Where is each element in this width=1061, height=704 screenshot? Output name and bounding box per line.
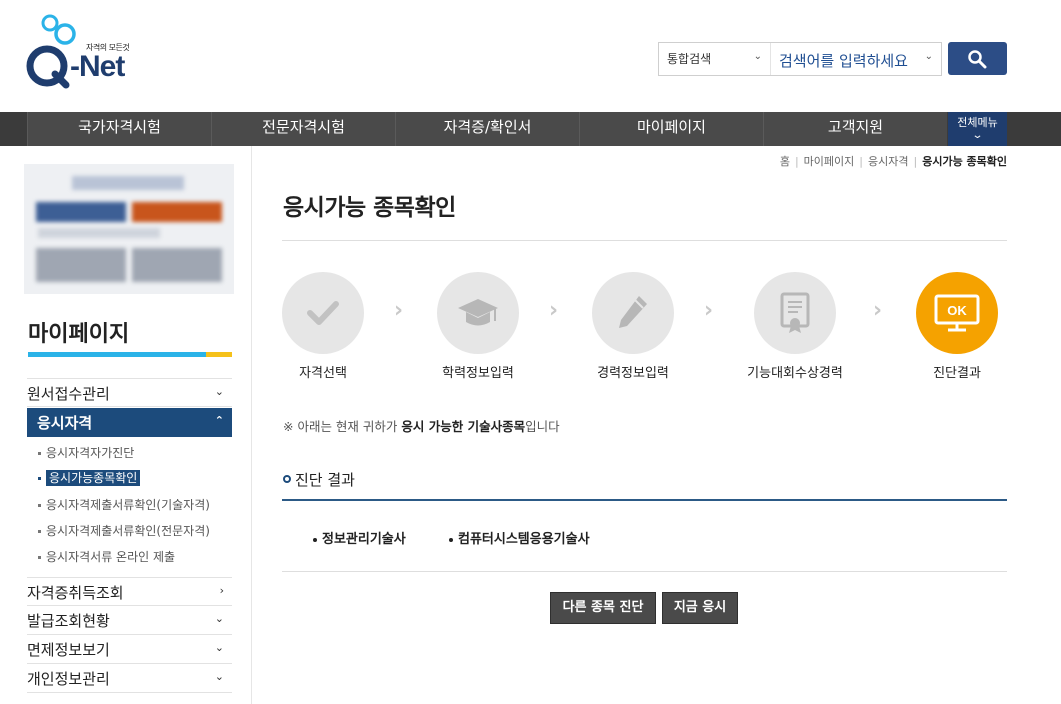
sidebar: 마이페이지 원서접수관리 ⌄ 응시자격 ⌃ 응시자격자가진단 응시가능종목확인 … bbox=[0, 146, 252, 704]
divider bbox=[282, 571, 1007, 572]
breadcrumb-home[interactable]: 홈 bbox=[780, 155, 790, 168]
sidebar-item-label: 면제정보보기 bbox=[27, 641, 110, 659]
ok-text: OK bbox=[947, 303, 967, 318]
sidebar-item-label: 자격증취득조회 bbox=[27, 584, 124, 602]
submenu-item-documents-professional[interactable]: 응시자격제출서류확인(전문자격) bbox=[38, 522, 210, 539]
divider bbox=[282, 240, 1007, 241]
logo-brand-text: -Net bbox=[70, 50, 125, 83]
nav-item-certificate[interactable]: 자격증/확인서 bbox=[395, 112, 579, 146]
profile-info-blurred bbox=[38, 228, 160, 238]
sidebar-item-label: 개인정보관리 bbox=[27, 670, 110, 688]
sidebar-item-label: 발급조회현황 bbox=[27, 612, 110, 630]
search-scope-select[interactable]: 통합검색 ⌄ bbox=[659, 43, 771, 75]
result-section-title: 진단 결과 bbox=[283, 469, 355, 490]
sidebar-item-personal-info[interactable]: 개인정보관리 ⌄ bbox=[27, 664, 232, 693]
pencil-icon bbox=[619, 296, 647, 328]
profile-name-blurred bbox=[72, 176, 184, 190]
chevron-up-icon: ⌃ bbox=[214, 414, 224, 427]
submenu-item-online-submission[interactable]: 응시자격서류 온라인 제출 bbox=[38, 548, 175, 565]
check-icon bbox=[307, 301, 339, 325]
nav-item-mypage[interactable]: 마이페이지 bbox=[579, 112, 763, 146]
sidebar-item-application[interactable]: 원서접수관리 ⌄ bbox=[27, 378, 232, 407]
notice-text: ※ 아래는 현재 귀하가 응시 가능한 기술사종목입니다 bbox=[283, 419, 560, 434]
sidebar-item-certificate-lookup[interactable]: 자격증취득조회 › bbox=[27, 577, 232, 606]
profile-info-blurred bbox=[36, 248, 126, 282]
chevron-right-icon: › bbox=[394, 298, 404, 323]
search-button[interactable] bbox=[948, 42, 1007, 75]
qnet-logo[interactable]: 자격의 모든것 -Net bbox=[26, 14, 146, 90]
nav-item-national-exam[interactable]: 국가자격시험 bbox=[27, 112, 211, 146]
profile-info-blurred bbox=[132, 248, 222, 282]
global-nav: 국가자격시험 전문자격시험 자격증/확인서 마이페이지 고객지원 전체메뉴 ⌄ bbox=[0, 112, 1061, 146]
sidebar-item-exemption-info[interactable]: 면제정보보기 ⌄ bbox=[27, 635, 232, 664]
user-profile-box bbox=[24, 164, 234, 294]
chevron-right-icon: › bbox=[219, 584, 224, 597]
other-subject-diagnosis-button[interactable]: 다른 종목 진단 bbox=[550, 592, 656, 624]
profile-button-blurred bbox=[36, 202, 126, 222]
nav-item-professional-exam[interactable]: 전문자격시험 bbox=[211, 112, 395, 146]
sidebar-title-underline bbox=[28, 352, 232, 357]
breadcrumb-current: 응시가능 종목확인 bbox=[922, 155, 1007, 168]
step-circle-education bbox=[437, 272, 519, 354]
breadcrumb-mypage[interactable]: 마이페이지 bbox=[804, 155, 855, 168]
nav-item-support[interactable]: 고객지원 bbox=[763, 112, 947, 146]
sidebar-title: 마이페이지 bbox=[28, 322, 130, 347]
sidebar-item-label: 원서접수관리 bbox=[27, 385, 110, 403]
chevron-down-icon: ⌄ bbox=[971, 130, 984, 141]
submenu-item-documents-technical[interactable]: 응시자격제출서류확인(기술자격) bbox=[38, 496, 210, 513]
chevron-down-icon: ⌄ bbox=[214, 612, 224, 625]
result-item: 정보관리기술사 bbox=[313, 528, 406, 547]
chevron-right-icon: › bbox=[549, 298, 559, 323]
submenu-item-self-diagnosis[interactable]: 응시자격자가진단 bbox=[38, 444, 134, 461]
chevron-down-icon: ⌄ bbox=[214, 641, 224, 654]
submenu-item-available-subjects[interactable]: 응시가능종목확인 bbox=[38, 469, 141, 486]
ok-monitor-icon: OK bbox=[934, 294, 980, 332]
chevron-down-icon: ⌄ bbox=[753, 51, 762, 62]
step-label: 경력정보입력 bbox=[597, 366, 669, 381]
step-circle-competition bbox=[754, 272, 836, 354]
circle-bullet-icon bbox=[283, 474, 291, 483]
sidebar-item-label: 응시자격 bbox=[37, 414, 93, 432]
chevron-down-icon: ⌄ bbox=[214, 670, 224, 683]
profile-button-blurred bbox=[132, 202, 222, 222]
result-divider bbox=[282, 499, 1007, 501]
step-circle-result: OK bbox=[916, 272, 998, 354]
chevron-right-icon: › bbox=[873, 298, 883, 323]
all-menu-label: 전체메뉴 bbox=[957, 116, 998, 129]
step-label: 기능대회수상경력 bbox=[747, 366, 843, 381]
search-input[interactable] bbox=[771, 43, 941, 75]
page-title: 응시가능 종목확인 bbox=[283, 195, 456, 221]
result-item: 컴퓨터시스템응용기술사 bbox=[449, 528, 590, 547]
step-label: 진단결과 bbox=[933, 366, 981, 381]
chevron-down-icon: ⌄ bbox=[214, 385, 224, 398]
logo-q-letter: Q bbox=[27, 100, 28, 101]
step-circle-career bbox=[592, 272, 674, 354]
breadcrumb: 홈 | 마이페이지 | 응시자격 | 응시가능 종목확인 bbox=[779, 155, 1007, 168]
chevron-down-icon[interactable]: ⌄ bbox=[925, 51, 933, 62]
apply-now-button[interactable]: 지금 응시 bbox=[662, 592, 738, 624]
site-header: 자격의 모든것 -Net 통합검색 ⌄ ⌄ bbox=[0, 0, 1061, 112]
step-label: 학력정보입력 bbox=[442, 366, 514, 381]
search-icon bbox=[968, 50, 987, 69]
search-scope-value: 통합검색 bbox=[667, 52, 712, 66]
step-label: 자격선택 bbox=[299, 366, 347, 381]
sidebar-item-issuance-status[interactable]: 발급조회현황 ⌄ bbox=[27, 606, 232, 635]
all-menu-button[interactable]: 전체메뉴 ⌄ bbox=[948, 112, 1007, 146]
certificate-icon bbox=[780, 292, 810, 333]
step-circle-qualification bbox=[282, 272, 364, 354]
notice-highlight: 응시 가능한 기술사종목 bbox=[401, 419, 526, 434]
graduation-cap-icon bbox=[458, 299, 498, 326]
chevron-right-icon: › bbox=[704, 298, 714, 323]
search-bar: 통합검색 ⌄ ⌄ bbox=[658, 42, 942, 76]
breadcrumb-eligibility[interactable]: 응시자격 bbox=[868, 155, 908, 168]
sidebar-item-eligibility[interactable]: 응시자격 ⌃ bbox=[27, 408, 232, 437]
